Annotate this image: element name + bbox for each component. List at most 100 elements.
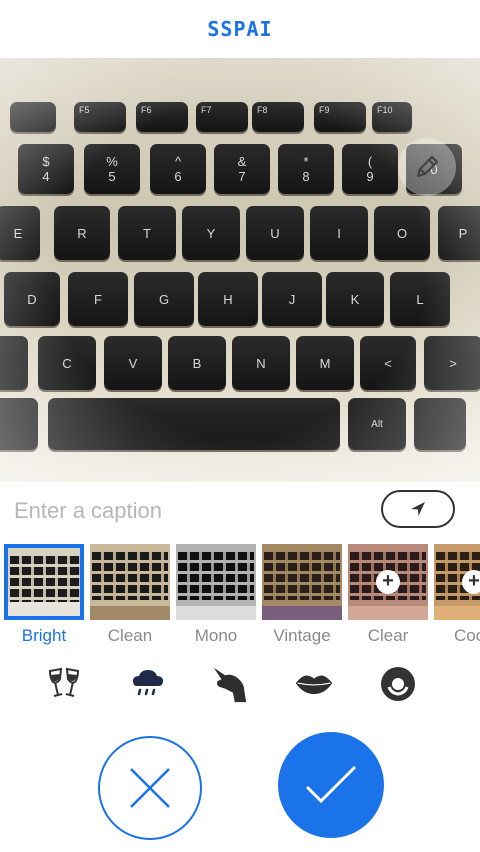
rain-cloud-icon [133, 670, 163, 696]
photo-key: F7 [196, 102, 248, 132]
unicorn-icon [213, 667, 247, 703]
filter-strip: Bright Clean Mono Vintage + Clear + Co [0, 542, 480, 652]
donut-sticker-button[interactable] [378, 664, 418, 704]
filter-label: Clear [367, 626, 409, 645]
photo-key-label: 6 [174, 169, 182, 184]
photo-key-label: I [337, 225, 341, 241]
app-header: SSPAI [0, 0, 480, 58]
photo-key: P [438, 206, 480, 260]
filter-thumbnail: + [434, 544, 480, 620]
photo-key: E [0, 206, 40, 260]
photo-key-label: K [350, 291, 360, 307]
photo-key-label: $ [42, 154, 50, 169]
location-button[interactable] [381, 490, 455, 528]
photo-key: F9 [314, 102, 366, 132]
photo-key-label: F6 [141, 105, 152, 115]
photo-key-label: Y [206, 225, 216, 241]
photo-key: Alt [348, 398, 406, 450]
filter-label: Bright [21, 626, 67, 645]
checkmark-icon [305, 765, 357, 804]
photo-key-label: L [416, 291, 424, 307]
photo-key-label: F9 [319, 105, 330, 115]
photo-key-label: P [458, 225, 468, 241]
photo-key: L [390, 272, 450, 326]
photo-key-label: Alt [371, 418, 383, 430]
photo-key: K [326, 272, 384, 326]
photo-key [10, 102, 56, 132]
photo-key: U [246, 206, 304, 260]
unicorn-sticker-button[interactable] [210, 664, 250, 704]
photo-key: > [424, 336, 480, 390]
cheers-icon [48, 667, 80, 697]
photo-key [414, 398, 466, 450]
thumbnail-base [348, 606, 428, 620]
photo-key: < [360, 336, 416, 390]
photo-key-label: 9 [366, 169, 374, 184]
photo-key: $4 [18, 144, 74, 194]
photo-key-label: F7 [201, 105, 212, 115]
space-bar-key [48, 398, 340, 450]
filter-label: Clean [107, 626, 153, 645]
photo-key: N [232, 336, 290, 390]
thumbnail-base [176, 606, 256, 620]
thumbnail-keys [178, 552, 254, 600]
photo-key: ^ 6 [150, 144, 206, 194]
photo-key-label: E [13, 225, 23, 241]
photo-key-label: * [303, 154, 309, 169]
filter-label: Vintage [273, 626, 331, 645]
photo-key-label: F [94, 291, 102, 307]
photo-key: F8 [252, 102, 304, 132]
plus-icon: + [376, 570, 400, 594]
photo-key-label: < [384, 355, 392, 371]
thumbnail-keys [92, 552, 168, 600]
filter-thumbnail: + [348, 544, 428, 620]
photo-key-label: C [62, 355, 72, 371]
caption-input[interactable] [12, 492, 356, 530]
photo-key-label: R [77, 225, 87, 241]
edit-photo-button[interactable] [398, 138, 456, 196]
photo-key: J [262, 272, 322, 326]
photo-key: O [374, 206, 430, 260]
photo-key-label: ( [367, 154, 373, 169]
photo-key-label: 8 [302, 169, 310, 184]
app-title: SSPAI [207, 17, 273, 41]
photo-key [0, 336, 28, 390]
photo-key-label: 5 [108, 169, 116, 184]
plus-icon: + [462, 570, 480, 594]
photo-key: M [296, 336, 354, 390]
thumbnail-base [434, 606, 480, 620]
photo-key-label: F8 [257, 105, 268, 115]
thumbnail-base [90, 606, 170, 620]
thumbnail-base [8, 602, 80, 616]
filter-thumbnail [90, 544, 170, 620]
cancel-button[interactable] [98, 736, 202, 840]
confirm-button[interactable] [278, 732, 384, 838]
photo-key-label: ^ [174, 154, 182, 169]
photo-key: D [4, 272, 60, 326]
mood-stickers [0, 660, 480, 710]
photo-key: H [198, 272, 258, 326]
photo-preview: F5 F6 F7 F8 F9 F10 $4 % 5 ^ 6 & 7 * 8 (9 0 E… [0, 58, 480, 482]
photo-key-label: M [319, 355, 331, 371]
filter-label: Mono [194, 626, 238, 645]
photo-key-label: T [143, 225, 151, 241]
location-arrow-icon [411, 502, 425, 516]
photo-key: I [310, 206, 368, 260]
photo-key: G [134, 272, 194, 326]
filter-thumbnail [176, 544, 256, 620]
lips-sticker-button[interactable] [294, 664, 334, 704]
cheers-sticker-button[interactable] [44, 664, 84, 704]
photo-key: (9 [342, 144, 398, 194]
photo-key: F10 [372, 102, 412, 132]
photo-key: T [118, 206, 176, 260]
photo-key: Y [182, 206, 240, 260]
photo-key-label: D [27, 291, 37, 307]
pencil-icon [416, 155, 439, 178]
thumbnail-base [262, 606, 342, 620]
thumbnail-keys [10, 556, 80, 604]
photo-key-label: % [106, 154, 118, 169]
photo-key-label: B [192, 355, 202, 371]
photo-key-label: & [237, 154, 247, 169]
rain-sticker-button[interactable] [128, 664, 168, 704]
filter-thumbnail [262, 544, 342, 620]
